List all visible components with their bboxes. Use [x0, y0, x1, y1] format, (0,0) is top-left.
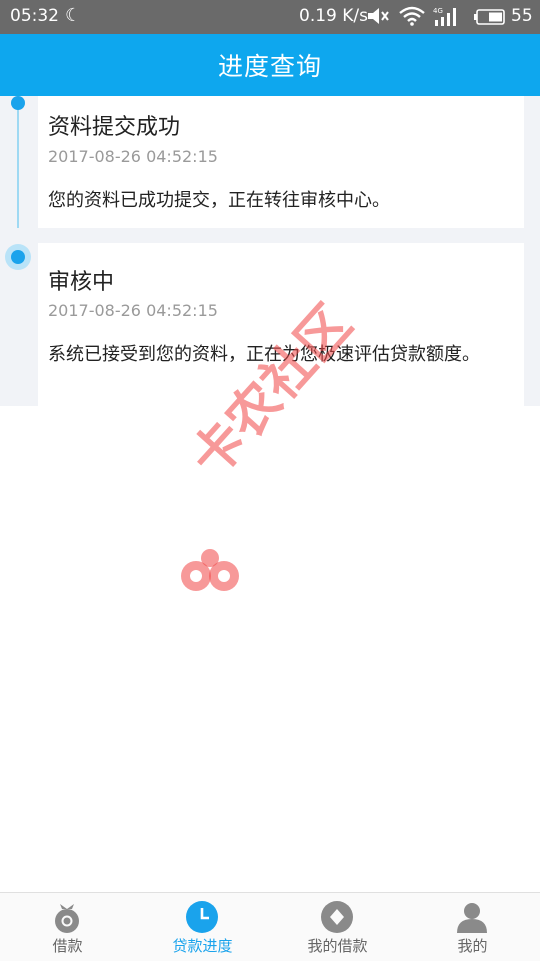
timeline-item-description: 您的资料已成功提交，正在转往审核中心。	[48, 190, 390, 211]
nav-item-loan-progress[interactable]: 贷款进度	[135, 893, 270, 961]
timeline-item-title: 资料提交成功	[48, 115, 181, 140]
my-loan-icon	[321, 901, 353, 933]
timeline-item-description: 系统已接受到您的资料，正在为您极速评估贷款额度。	[48, 344, 480, 365]
moon-icon: ☾	[65, 5, 82, 26]
bottom-nav: 借款 贷款进度 我的借款 我的	[0, 892, 540, 961]
nav-label-loan: 借款	[52, 937, 83, 955]
timeline-dot-current	[5, 244, 31, 270]
network-speed: 0.19 K/s	[299, 6, 368, 26]
nav-label-me: 我的	[457, 937, 488, 955]
nav-label-loan-progress: 贷款进度	[172, 937, 233, 955]
nav-item-me[interactable]: 我的	[405, 893, 540, 961]
nav-item-loan[interactable]: 借款	[0, 893, 135, 961]
timeline-dot-completed	[11, 96, 25, 110]
watermark-logo	[181, 549, 239, 591]
wifi-icon	[399, 6, 425, 26]
clock-icon	[186, 901, 218, 933]
status-bar: 05:32 ☾ 0.19 K/s 4G 55	[0, 0, 540, 34]
loan-icon	[55, 904, 79, 933]
timeline-card-submitted: 资料提交成功 2017-08-26 04:52:15 您的资料已成功提交，正在转…	[38, 96, 524, 228]
app-bar: 进度查询	[0, 34, 540, 96]
person-icon	[457, 903, 487, 933]
timeline-connector	[17, 104, 19, 228]
timeline-item-time: 2017-08-26 04:52:15	[48, 147, 218, 166]
nav-label-my-loans: 我的借款	[307, 937, 368, 955]
mute-icon	[368, 8, 389, 24]
svg-text:4G: 4G	[433, 7, 443, 15]
status-time: 05:32	[10, 6, 59, 26]
timeline-item-title: 审核中	[48, 270, 115, 295]
battery-icon	[474, 9, 505, 25]
signal-icon: 4G	[433, 7, 456, 26]
page-title: 进度查询	[217, 52, 322, 81]
nav-item-my-loans[interactable]: 我的借款	[270, 893, 405, 961]
timeline-item-time: 2017-08-26 04:52:15	[48, 301, 218, 320]
timeline-card-reviewing: 审核中 2017-08-26 04:52:15 系统已接受到您的资料，正在为您极…	[38, 243, 524, 406]
battery-level: 55	[511, 6, 533, 26]
